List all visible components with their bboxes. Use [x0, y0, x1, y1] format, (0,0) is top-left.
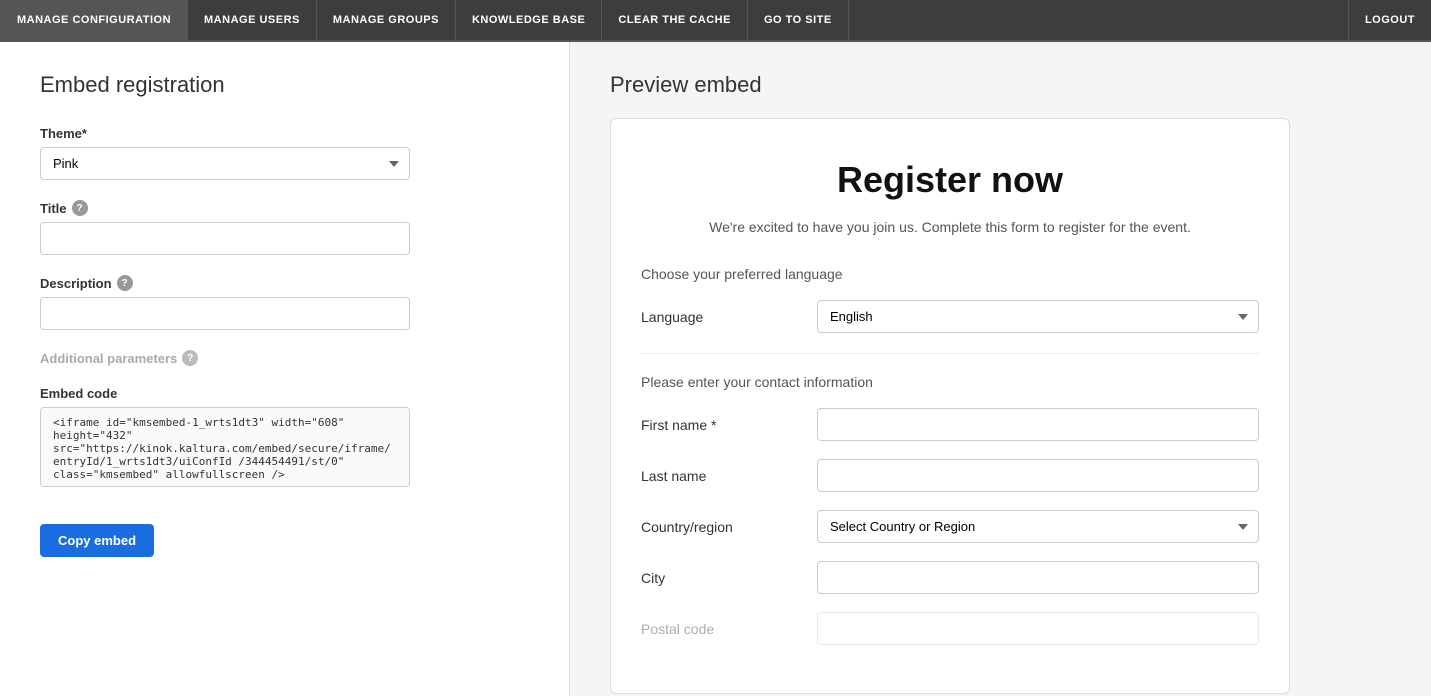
embed-code-textarea[interactable]: <iframe id="kmsembed-1_wrts1dt3" width="…: [40, 407, 410, 487]
postal-code-input[interactable]: [817, 612, 1259, 645]
nav-manage-configuration[interactable]: MANAGE CONFIGURATION: [0, 0, 188, 40]
language-section-label: Choose your preferred language: [641, 266, 1259, 282]
divider: [641, 353, 1259, 354]
register-subtitle: We're excited to have you join us. Compl…: [641, 217, 1259, 238]
contact-section-label: Please enter your contact information: [641, 374, 1259, 390]
nav-logout[interactable]: LOGOUT: [1348, 0, 1431, 40]
main-content: Embed registration Theme* Pink Title ? D…: [0, 42, 1431, 696]
theme-select[interactable]: Pink: [40, 147, 410, 180]
description-label: Description ?: [40, 275, 529, 291]
nav-clear-cache[interactable]: CLEAR THE CACHE: [602, 0, 748, 40]
embed-registration-title: Embed registration: [40, 72, 529, 98]
last-name-row: Last name: [641, 459, 1259, 492]
title-label: Title ?: [40, 200, 529, 216]
first-name-input[interactable]: [817, 408, 1259, 441]
postal-code-row: Postal code: [641, 612, 1259, 645]
title-help-icon[interactable]: ?: [72, 200, 88, 216]
country-region-label: Country/region: [641, 519, 801, 535]
copy-embed-button[interactable]: Copy embed: [40, 524, 154, 557]
country-region-select[interactable]: Select Country or Region: [817, 510, 1259, 543]
theme-label: Theme*: [40, 126, 529, 141]
nav-spacer: [849, 0, 1348, 40]
preview-card: Register now We're excited to have you j…: [610, 118, 1290, 694]
register-now-title: Register now: [641, 159, 1259, 201]
country-region-row: Country/region Select Country or Region: [641, 510, 1259, 543]
language-label: Language: [641, 309, 801, 325]
additional-params-group: Additional parameters ?: [40, 350, 529, 366]
title-input[interactable]: [40, 222, 410, 255]
postal-code-label: Postal code: [641, 621, 801, 637]
nav-go-to-site[interactable]: GO TO SITE: [748, 0, 849, 40]
right-panel: Preview embed Register now We're excited…: [570, 42, 1431, 696]
city-row: City: [641, 561, 1259, 594]
nav-knowledge-base[interactable]: KNOWLEDGE BASE: [456, 0, 602, 40]
first-name-row: First name *: [641, 408, 1259, 441]
additional-params-help-icon[interactable]: ?: [182, 350, 198, 366]
language-select[interactable]: English: [817, 300, 1259, 333]
city-label: City: [641, 570, 801, 586]
description-input[interactable]: [40, 297, 410, 330]
description-help-icon[interactable]: ?: [117, 275, 133, 291]
embed-code-label: Embed code: [40, 386, 529, 401]
navbar: MANAGE CONFIGURATION MANAGE USERS MANAGE…: [0, 0, 1431, 42]
title-group: Title ?: [40, 200, 529, 255]
city-input[interactable]: [817, 561, 1259, 594]
nav-manage-groups[interactable]: MANAGE GROUPS: [317, 0, 456, 40]
left-panel: Embed registration Theme* Pink Title ? D…: [0, 42, 570, 696]
last-name-input[interactable]: [817, 459, 1259, 492]
embed-code-group: Embed code <iframe id="kmsembed-1_wrts1d…: [40, 386, 529, 490]
last-name-label: Last name: [641, 468, 801, 484]
description-group: Description ?: [40, 275, 529, 330]
theme-group: Theme* Pink: [40, 126, 529, 180]
language-row: Language English: [641, 300, 1259, 333]
additional-params-label: Additional parameters ?: [40, 350, 529, 366]
nav-manage-users[interactable]: MANAGE USERS: [188, 0, 317, 40]
preview-embed-title: Preview embed: [610, 72, 1391, 98]
first-name-label: First name *: [641, 417, 801, 433]
